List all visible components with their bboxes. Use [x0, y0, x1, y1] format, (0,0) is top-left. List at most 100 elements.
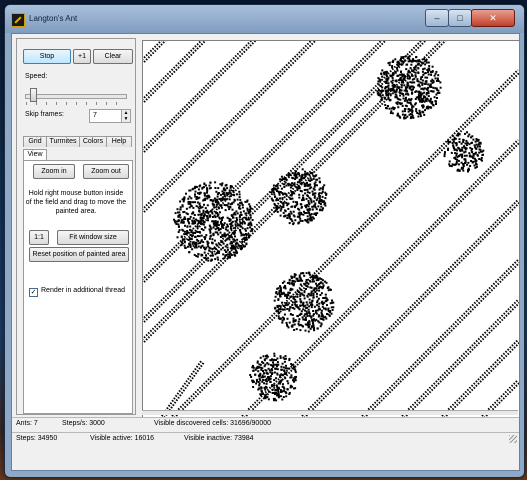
ant-cell [185, 192, 187, 195]
ant-cell [465, 139, 468, 142]
ant-cell [460, 142, 463, 145]
ant-cell [464, 159, 467, 162]
ant-cell [300, 213, 303, 216]
ant-cell [228, 251, 231, 253]
tab-grid[interactable]: Grid [23, 136, 47, 147]
ant-cell [301, 199, 303, 202]
ant-cell [258, 374, 261, 377]
ant-cell [417, 96, 420, 98]
ant-cell [394, 58, 397, 61]
ant-cell [293, 323, 296, 326]
ant-cell [395, 79, 398, 82]
close-button[interactable]: ✕ [471, 9, 515, 27]
stop-button[interactable]: Stop [23, 49, 71, 64]
ant-cell [225, 234, 228, 237]
speed-slider-thumb[interactable] [30, 88, 37, 102]
tab-turmites[interactable]: Turmites [46, 136, 80, 147]
resize-grip-icon[interactable] [509, 435, 517, 443]
ant-cell [329, 310, 332, 312]
ant-cell [295, 186, 298, 189]
ant-cell [478, 158, 481, 160]
ant-field-canvas[interactable] [142, 40, 520, 418]
clear-button[interactable]: Clear [93, 49, 133, 64]
ant-cell [312, 200, 315, 203]
ant-cell [190, 205, 193, 208]
ant-cell [391, 82, 394, 85]
ant-cell [314, 206, 317, 209]
ant-trails [143, 41, 519, 417]
minimize-button[interactable]: – [425, 9, 449, 27]
ant-cell [324, 280, 326, 283]
ant-cell [395, 101, 398, 104]
ant-cell [264, 385, 267, 388]
ant-cell [202, 241, 205, 244]
ant-cell [216, 193, 219, 196]
ant-cell [184, 246, 187, 249]
ant-cell [447, 140, 449, 143]
maximize-button[interactable]: □ [448, 9, 472, 27]
ant-cell [206, 191, 208, 194]
ant-cell [401, 104, 404, 107]
ant-cell [316, 197, 319, 200]
ant-cell [292, 183, 295, 186]
ant-cell [289, 306, 292, 309]
ant-cell [249, 226, 252, 229]
ant-cell [310, 290, 313, 293]
title-bar[interactable]: Langton's Ant – □ ✕ [5, 5, 524, 33]
ant-cell [457, 132, 460, 135]
ant-cell [197, 188, 200, 191]
ant-cell [232, 240, 235, 243]
step-one-button[interactable]: +1 [73, 49, 91, 64]
skip-frames-spinner[interactable]: 7 ▲ ▼ [89, 109, 131, 123]
ant-cell [298, 275, 301, 278]
ant-cell [275, 185, 278, 188]
ant-cell [289, 313, 292, 316]
ant-cell [198, 203, 201, 206]
ant-cell [414, 74, 417, 77]
ant-cell [424, 76, 427, 79]
spin-down-icon[interactable]: ▼ [121, 116, 130, 122]
ant-cell [280, 207, 283, 210]
ant-cell [215, 205, 218, 208]
ant-cell [457, 163, 460, 166]
tab-help[interactable]: Help [106, 136, 132, 147]
ant-cell [279, 305, 282, 308]
ant-cell [302, 198, 305, 201]
ant-cell [399, 59, 402, 62]
ant-cell [276, 304, 279, 307]
ant-cell [411, 106, 414, 109]
render-thread-checkbox[interactable]: ✓ [29, 288, 38, 297]
ant-cell [471, 135, 474, 138]
actual-size-button[interactable]: 1:1 [29, 230, 49, 245]
ant-cell [196, 238, 199, 241]
ant-cell [317, 308, 320, 311]
ant-cell [285, 184, 288, 187]
ant-cell [276, 389, 279, 392]
ant-cell [288, 278, 291, 281]
zoom-in-button[interactable]: Zoom in [33, 164, 75, 179]
ant-cell [261, 380, 264, 383]
zoom-out-button[interactable]: Zoom out [83, 164, 129, 179]
ant-cell [417, 115, 420, 118]
ant-cell [279, 380, 282, 383]
ant-cell [411, 81, 414, 84]
ant-cell [276, 187, 279, 190]
fit-window-button[interactable]: Fit window size [57, 230, 129, 245]
ant-cell [451, 163, 454, 166]
ant-cell [254, 373, 257, 376]
tab-colors[interactable]: Colors [79, 136, 107, 147]
ant-cell [417, 67, 420, 70]
ant-cell [306, 188, 309, 191]
ant-cell [179, 208, 182, 211]
speed-slider-track[interactable] [25, 94, 127, 99]
ant-cell [287, 202, 290, 205]
ant-cell [282, 211, 285, 214]
ant-cell [200, 246, 202, 249]
ant-cell [383, 97, 386, 100]
field-scrollbar[interactable] [142, 410, 518, 415]
ant-cell [248, 208, 251, 211]
ant-cell [223, 189, 226, 192]
reset-position-button[interactable]: Reset position of painted area [29, 247, 129, 262]
ant-cell [225, 198, 228, 201]
client-area: Stop +1 Clear Speed: Skip frames: 7 ▲ ▼ … [11, 33, 520, 471]
